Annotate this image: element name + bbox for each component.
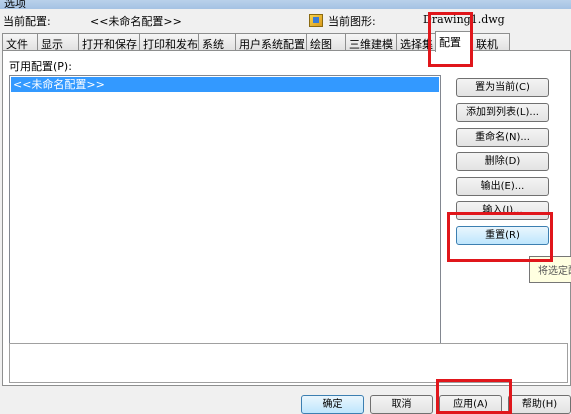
tab-user-preferences[interactable]: 用户系统配置 <box>235 33 307 51</box>
current-profile-label: 当前配置: <box>3 15 51 28</box>
rename-button[interactable]: 重命名(N)... <box>456 128 549 147</box>
tab-profiles[interactable]: 配置 <box>435 31 473 52</box>
window-title: 选项 <box>4 0 26 9</box>
tab-open-and-save[interactable]: 打开和保存 <box>78 33 140 51</box>
profile-description-box <box>9 343 568 383</box>
set-current-button[interactable]: 置为当前(C) <box>456 78 549 97</box>
tab-3d-modeling[interactable]: 三维建模 <box>345 33 397 51</box>
apply-button[interactable]: 应用(A) <box>439 395 502 414</box>
profile-list[interactable]: <<未命名配置>> <box>9 75 441 361</box>
tab-files[interactable]: 文件 <box>2 33 38 51</box>
current-profile-value: <<未命名配置>> <box>90 15 182 28</box>
delete-button[interactable]: 删除(D) <box>456 152 549 171</box>
list-item[interactable]: <<未命名配置>> <box>11 77 439 92</box>
profile-info-row: 当前配置: <<未命名配置>> 当前图形: Drawing1.dwg <box>0 9 571 31</box>
available-profiles-label: 可用配置(P): <box>9 60 72 73</box>
import-button[interactable]: 输入(I)... <box>456 201 549 220</box>
tab-plot-and-publish[interactable]: 打印和发布 <box>139 33 199 51</box>
cancel-button[interactable]: 取消 <box>370 395 433 414</box>
tab-display[interactable]: 显示 <box>37 33 79 51</box>
tab-drafting[interactable]: 绘图 <box>306 33 346 51</box>
dialog-button-bar: 确定 取消 应用(A) 帮助(H) <box>0 386 571 414</box>
tab-selection[interactable]: 选择集 <box>396 33 436 51</box>
add-to-list-button[interactable]: 添加到列表(L)... <box>456 103 549 122</box>
help-button[interactable]: 帮助(H) <box>508 395 571 414</box>
drawing-file-icon <box>309 14 323 27</box>
tab-strip: 文件 显示 打开和保存 打印和发布 系统 用户系统配置 绘图 三维建模 选择集 … <box>0 31 571 52</box>
current-drawing-value: Drawing1.dwg <box>423 13 505 26</box>
export-button[interactable]: 输出(E)... <box>456 177 549 196</box>
title-bar: 选项 <box>0 0 571 9</box>
reset-button[interactable]: 重置(R) <box>456 226 549 245</box>
tooltip: 将选定配 <box>529 256 571 283</box>
current-drawing-label: 当前图形: <box>328 15 376 28</box>
profiles-panel: 可用配置(P): <<未命名配置>> 置为当前(C) 添加到列表(L)... 重… <box>2 50 571 386</box>
ok-button[interactable]: 确定 <box>301 395 364 414</box>
tab-online[interactable]: 联机 <box>472 33 510 51</box>
tab-system[interactable]: 系统 <box>198 33 236 51</box>
